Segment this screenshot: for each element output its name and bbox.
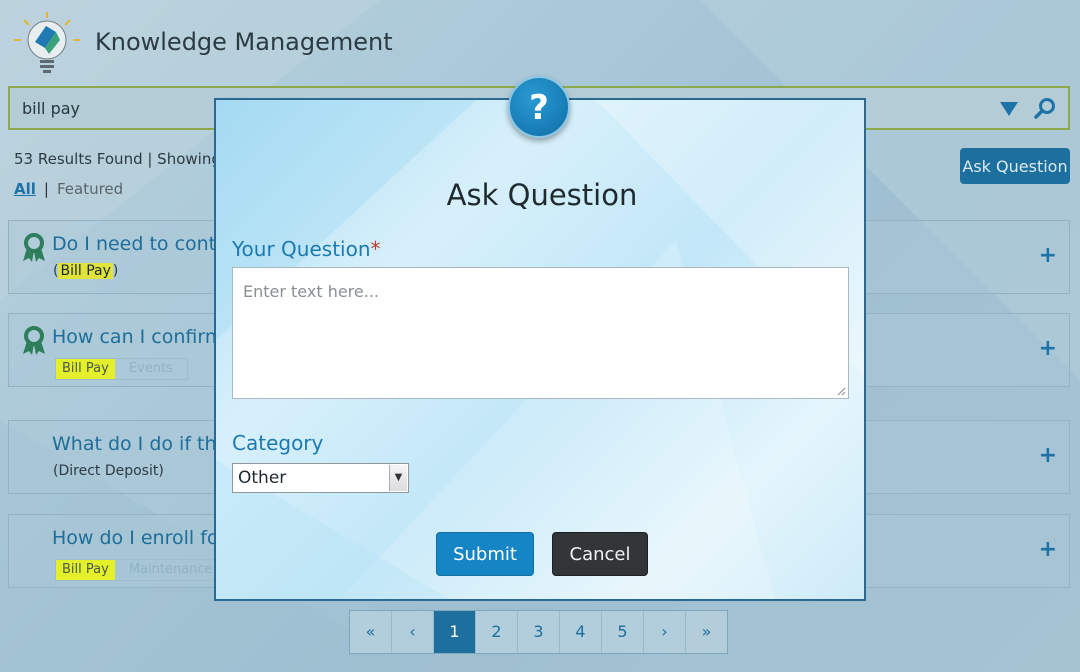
result-title[interactable]: How can I confirm t [52, 326, 237, 348]
award-ribbon-icon [23, 233, 45, 262]
expand-plus-icon[interactable]: + [1039, 443, 1057, 468]
lightbulb-logo-icon [14, 12, 80, 73]
result-category: (Bill Pay) [53, 263, 118, 279]
result-category: (Direct Deposit) [53, 463, 164, 479]
page-first-button[interactable]: « [350, 611, 392, 653]
pagination: « ‹ 1 2 3 4 5 › » [349, 610, 728, 654]
page-button-4[interactable]: 4 [560, 611, 602, 653]
search-input[interactable]: bill pay [22, 99, 80, 118]
results-summary: 53 Results Found | Showing [14, 150, 221, 168]
filter-separator: | [43, 180, 49, 198]
expand-plus-icon[interactable]: + [1039, 243, 1057, 268]
page-button-2[interactable]: 2 [476, 611, 518, 653]
filter-all-link[interactable]: All [14, 180, 36, 198]
tag-breadcrumb: Bill Pay Events [55, 358, 188, 380]
page-last-button[interactable]: » [686, 611, 727, 653]
tag-bill-pay[interactable]: Bill Pay [56, 359, 115, 379]
award-ribbon-icon [23, 326, 45, 355]
page-button-5[interactable]: 5 [602, 611, 644, 653]
expand-plus-icon[interactable]: + [1039, 336, 1057, 361]
result-title[interactable]: How do I enroll for [52, 527, 226, 549]
result-title[interactable]: What do I do if the [52, 433, 228, 455]
question-mark-icon: ? [508, 76, 570, 138]
tag-maintenance[interactable]: Maintenance [115, 560, 227, 580]
result-title[interactable]: Do I need to contac [52, 233, 238, 255]
question-label-text: Your Question [232, 237, 371, 261]
search-icon[interactable] [1034, 97, 1056, 119]
required-marker: * [370, 237, 381, 261]
page-button-3[interactable]: 3 [518, 611, 560, 653]
category-select[interactable]: Other ▼ [232, 463, 409, 493]
search-highlight: Bill Pay [58, 263, 113, 279]
category-label: Category [232, 431, 324, 455]
filter-featured-link[interactable]: Featured [57, 180, 123, 198]
modal-title: Ask Question [446, 178, 638, 212]
ask-question-modal: Ask Question Your Question* Category Oth… [214, 98, 866, 601]
resize-grip-icon[interactable] [836, 386, 846, 396]
submit-button[interactable]: Submit [436, 532, 534, 576]
category-selected-value: Other [238, 468, 287, 488]
cancel-button[interactable]: Cancel [552, 532, 648, 576]
expand-plus-icon[interactable]: + [1039, 537, 1057, 562]
tag-events[interactable]: Events [115, 359, 187, 379]
dropdown-arrow-icon[interactable] [1000, 102, 1018, 116]
page-next-button[interactable]: › [644, 611, 686, 653]
chevron-down-icon[interactable]: ▼ [389, 465, 407, 491]
result-category-close: ) [112, 263, 119, 279]
tag-bill-pay[interactable]: Bill Pay [56, 560, 115, 580]
app-title: Knowledge Management [95, 28, 393, 56]
page-button-1[interactable]: 1 [434, 611, 476, 653]
question-textarea[interactable] [232, 267, 849, 399]
tag-breadcrumb: Bill Pay Maintenance [55, 559, 228, 581]
ask-question-button[interactable]: Ask Question [960, 148, 1070, 184]
question-label: Your Question* [232, 237, 381, 261]
filter-tabs: All | Featured [14, 180, 123, 198]
page-prev-button[interactable]: ‹ [392, 611, 434, 653]
